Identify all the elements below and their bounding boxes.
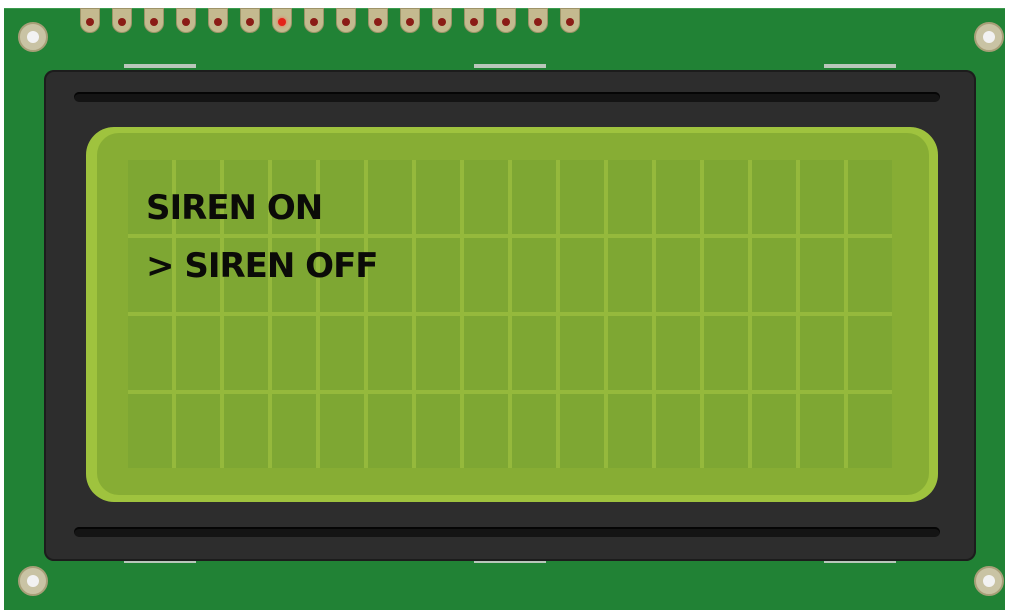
- character-cell: [656, 238, 700, 312]
- header-pin: [496, 8, 516, 33]
- character-cell: [848, 160, 892, 234]
- character-cell: [416, 394, 460, 468]
- board-tab: [824, 64, 896, 68]
- character-cell: [512, 238, 556, 312]
- character-cell: [752, 316, 796, 390]
- character-cell: [320, 160, 364, 234]
- character-cell: [800, 238, 844, 312]
- character-cell: [512, 316, 556, 390]
- header-pin: [432, 8, 452, 33]
- mounting-hole-top-right: [974, 22, 1004, 52]
- character-cell: [752, 394, 796, 468]
- character-cell: [704, 394, 748, 468]
- display-line-2: > SIREN OFF: [146, 246, 379, 286]
- character-cell: [608, 394, 652, 468]
- character-cell: [608, 316, 652, 390]
- header-pin: [464, 8, 484, 33]
- character-cell: [704, 238, 748, 312]
- character-cell: [656, 394, 700, 468]
- character-cell: [128, 394, 172, 468]
- character-cell: [272, 394, 316, 468]
- header-pin: [112, 8, 132, 33]
- character-cell: [560, 160, 604, 234]
- character-cell: [512, 160, 556, 234]
- character-cell: [800, 316, 844, 390]
- board-tab: [124, 64, 196, 68]
- header-pin: [368, 8, 388, 33]
- character-cell: [464, 394, 508, 468]
- character-cell: [608, 238, 652, 312]
- character-cell: [656, 316, 700, 390]
- header-pin: [400, 8, 420, 33]
- character-cell: [272, 316, 316, 390]
- character-cell: [752, 238, 796, 312]
- mounting-hole-bottom-right: [974, 566, 1004, 596]
- character-cell: [512, 394, 556, 468]
- character-cell: [752, 160, 796, 234]
- character-cell: [416, 238, 460, 312]
- header-pin: [144, 8, 164, 33]
- character-cell: [704, 316, 748, 390]
- board-tab: [474, 64, 546, 68]
- character-cell: [464, 238, 508, 312]
- character-cell: [416, 316, 460, 390]
- header-pin: [80, 8, 100, 33]
- character-cell: [416, 160, 460, 234]
- character-cell: [224, 394, 268, 468]
- bezel-slot-bottom: [74, 527, 940, 537]
- character-cell: [608, 160, 652, 234]
- character-cell: [704, 160, 748, 234]
- character-cell: [560, 238, 604, 312]
- header-pin: [176, 8, 196, 33]
- character-cell: [464, 316, 508, 390]
- header-pin: [336, 8, 356, 33]
- header-pin: [240, 8, 260, 33]
- header-pin: [304, 8, 324, 33]
- character-cell: [848, 238, 892, 312]
- character-cell: [800, 394, 844, 468]
- character-cell: [848, 316, 892, 390]
- header-pin: [272, 8, 292, 33]
- character-cell: [176, 316, 220, 390]
- character-cell: [560, 394, 604, 468]
- display-line-1: SIREN ON: [146, 188, 323, 228]
- bezel-slot-top: [74, 92, 940, 102]
- mounting-hole-top-left: [18, 22, 48, 52]
- character-cell: [224, 316, 268, 390]
- character-cell: [368, 316, 412, 390]
- character-cell: [560, 316, 604, 390]
- character-cell: [848, 394, 892, 468]
- character-cell: [176, 394, 220, 468]
- character-cell: [368, 394, 412, 468]
- header-pin: [208, 8, 228, 33]
- header-pin: [528, 8, 548, 33]
- character-cell: [800, 160, 844, 234]
- character-cell: [320, 316, 364, 390]
- character-cell: [656, 160, 700, 234]
- character-cell: [464, 160, 508, 234]
- character-cell: [320, 394, 364, 468]
- character-cell: [128, 316, 172, 390]
- mounting-hole-bottom-left: [18, 566, 48, 596]
- character-cell: [368, 160, 412, 234]
- header-pin: [560, 8, 580, 33]
